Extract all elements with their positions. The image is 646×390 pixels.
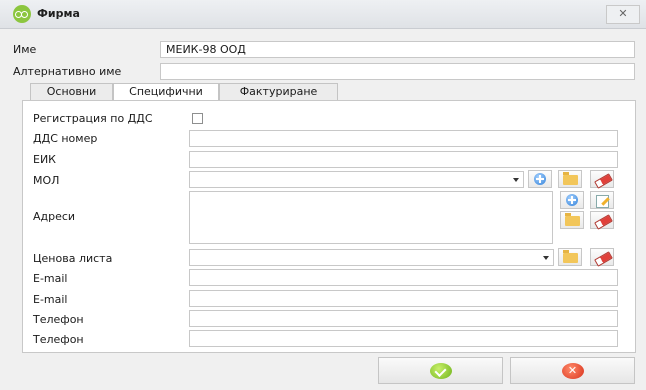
check-icon: [429, 362, 452, 379]
email1-field[interactable]: [189, 269, 618, 286]
vat-registration-label: Регистрация по ДДС: [33, 112, 153, 125]
add-icon: [566, 194, 578, 206]
eraser-icon: [594, 173, 613, 189]
title-bar: Фирма ✕: [0, 0, 646, 29]
delete-address-button[interactable]: [590, 211, 614, 230]
open-price-list-button[interactable]: [558, 248, 582, 266]
vat-registration-checkbox[interactable]: [192, 113, 203, 124]
email2-label: E-mail: [33, 293, 68, 306]
eik-label: ЕИК: [33, 153, 56, 166]
alt-name-label: Алтернативно име: [13, 65, 122, 78]
open-mol-button[interactable]: [558, 170, 582, 188]
mol-label: МОЛ: [33, 174, 60, 187]
vat-number-field[interactable]: [189, 130, 618, 147]
folder-icon: [563, 250, 578, 263]
addresses-label: Адреси: [33, 210, 76, 223]
window-title: Фирма: [37, 7, 80, 20]
price-list-label: Ценова листа: [33, 252, 113, 265]
folder-icon: [563, 172, 578, 185]
clear-mol-button[interactable]: [590, 170, 614, 189]
email1-label: E-mail: [33, 272, 68, 285]
vat-number-label: ДДС номер: [33, 132, 98, 145]
cancel-button[interactable]: ✕: [510, 357, 635, 384]
app-logo-icon: [13, 5, 31, 23]
ok-button[interactable]: [378, 357, 503, 384]
eik-field[interactable]: [189, 151, 618, 168]
chevron-down-icon: [513, 178, 519, 182]
clear-price-list-button[interactable]: [590, 248, 614, 267]
name-field[interactable]: МЕИК-98 ООД: [160, 41, 635, 58]
folder-icon: [565, 213, 580, 226]
close-button[interactable]: ✕: [606, 5, 640, 24]
add-mol-button[interactable]: [528, 170, 552, 188]
name-label: Име: [13, 43, 37, 56]
x-icon: ✕: [561, 362, 584, 379]
phone1-field[interactable]: [189, 310, 618, 327]
tab-invoicing[interactable]: Фактуриране: [219, 83, 338, 100]
eraser-icon: [594, 214, 613, 230]
tab-basic[interactable]: Основни: [30, 83, 113, 100]
tab-specific[interactable]: Специфични: [113, 83, 219, 101]
open-address-button[interactable]: [560, 211, 584, 229]
phone2-label: Телефон: [33, 333, 84, 346]
price-list-dropdown[interactable]: [189, 249, 554, 266]
eraser-icon: [594, 251, 613, 267]
edit-address-button[interactable]: [590, 191, 614, 209]
mol-dropdown[interactable]: [189, 171, 524, 188]
add-address-button[interactable]: [560, 191, 584, 209]
phone1-label: Телефон: [33, 313, 84, 326]
chevron-down-icon: [543, 256, 549, 260]
phone2-field[interactable]: [189, 330, 618, 347]
edit-icon: [596, 195, 609, 208]
email2-field[interactable]: [189, 290, 618, 307]
add-icon: [534, 173, 546, 185]
alt-name-field[interactable]: [160, 63, 635, 80]
addresses-list[interactable]: [189, 191, 553, 244]
